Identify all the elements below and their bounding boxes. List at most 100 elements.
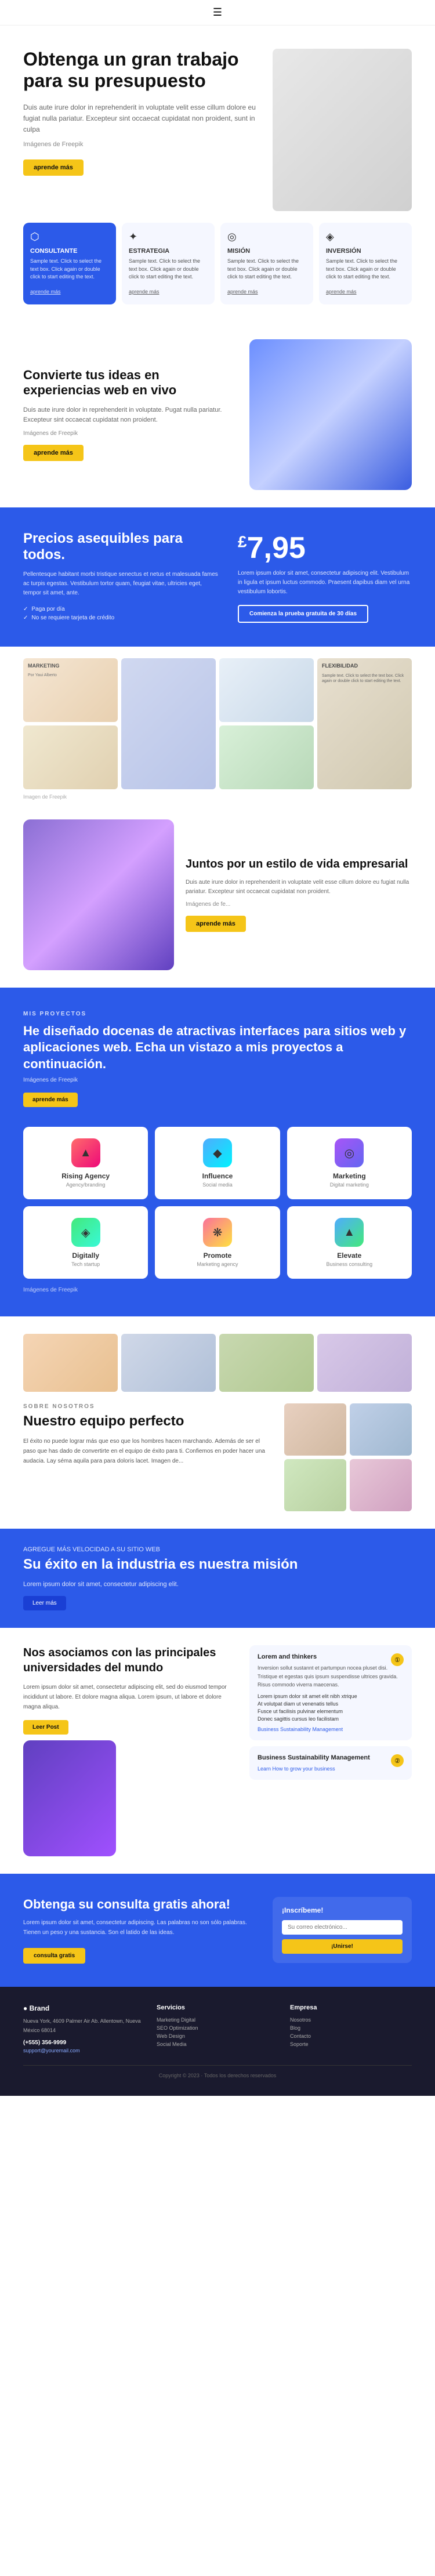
- mission-icon: ◎: [227, 231, 306, 243]
- portfolio-item-2: [121, 658, 216, 789]
- mission-title: MISIÓN: [227, 248, 306, 255]
- elevate-logo: ▲: [335, 1218, 364, 1247]
- footer-company-link-1[interactable]: Nosotros: [290, 2017, 412, 2023]
- speed-button[interactable]: Leer más: [23, 1596, 66, 1610]
- feature-card-strategy: ✦ ESTRATEGIA Sample text. Click to selec…: [122, 223, 215, 304]
- footer-company-link-4[interactable]: Soporte: [290, 2041, 412, 2047]
- project-card-influence: ◆ Influence Social media: [155, 1127, 280, 1199]
- newsletter-box: ¡Inscríbeme! ¡Unirse!: [273, 1897, 412, 1963]
- footer-phone[interactable]: (+555) 356-9999: [23, 2040, 145, 2046]
- lifestyle-button[interactable]: aprende más: [186, 916, 246, 932]
- portfolio-item-6: [219, 725, 314, 789]
- about-section: SOBRE NOSOTROS Nuestro equipo perfecto E…: [0, 1316, 435, 1529]
- footer-company-col: Empresa Nosotros Blog Contacto Soporte: [290, 2004, 412, 2053]
- hero-content: Obtenga un gran trabajo para su presupue…: [23, 49, 273, 211]
- strategy-icon: ✦: [129, 231, 208, 243]
- strategy-title: ESTRATEGIA: [129, 248, 208, 255]
- mission-link[interactable]: aprende más: [227, 289, 258, 295]
- promote-name: Promote: [166, 1251, 268, 1260]
- footer-link-2[interactable]: SEO Optimization: [157, 2025, 278, 2031]
- portfolio-section: MARKETING Por Yaui Alberto FLEXIBILIDAD …: [0, 647, 435, 792]
- projects-button[interactable]: aprende más: [23, 1093, 78, 1107]
- universities-right: ① Lorem and thinkers Inversion sollut su…: [249, 1645, 412, 1786]
- feature-card-investment: ◈ INVERSIÓN Sample text. Click to select…: [319, 223, 412, 304]
- uni-card-text-1: Inversion sollut sustannt et partumpun n…: [258, 1664, 404, 1689]
- universities-man-image: [23, 1740, 116, 1856]
- feature-card-mission: ◎ MISIÓN Sample text. Click to select th…: [220, 223, 313, 304]
- about-photo-2: [121, 1334, 216, 1392]
- pricing-title: Precios asequibles para todos.: [23, 531, 220, 563]
- footer-brand: ● Brand: [23, 2004, 145, 2012]
- cta-button[interactable]: consulta gratis: [23, 1948, 85, 1964]
- portfolio-item-3: [219, 658, 314, 722]
- digitally-logo: ◈: [71, 1218, 100, 1247]
- portfolio-label-flex: FLEXIBILIDAD: [317, 658, 412, 673]
- hero-learn-more-button[interactable]: aprende más: [23, 159, 84, 176]
- footer: ● Brand Nueva York, 4609 Palmer Air Ab. …: [0, 1987, 435, 2096]
- portfolio-item-5: [23, 725, 118, 789]
- footer-grid: ● Brand Nueva York, 4609 Palmer Air Ab. …: [23, 2004, 412, 2053]
- footer-copyright: Copyright © 2023 · Todos los derechos re…: [23, 2065, 412, 2078]
- newsletter-button[interactable]: ¡Unirse!: [282, 1939, 403, 1954]
- cta-section: Obtenga su consulta gratis ahora! Lorem …: [0, 1874, 435, 1987]
- projects-caption: Imágenes de Freepik: [23, 1287, 412, 1293]
- elevate-sub: Business consulting: [299, 1261, 400, 1267]
- cta-content: Obtenga su consulta gratis ahora! Lorem …: [23, 1897, 412, 1964]
- about-title: Nuestro equipo perfecto: [23, 1413, 273, 1430]
- uni-card-2: ② Business Sustainability Management Lea…: [249, 1746, 412, 1780]
- cta-description: Lorem ipsum dolor sit amet, consectetur …: [23, 1918, 261, 1938]
- universities-post-button[interactable]: Leer Post: [23, 1720, 68, 1735]
- footer-link-1[interactable]: Marketing Digital: [157, 2017, 278, 2023]
- footer-company-link-2[interactable]: Blog: [290, 2025, 412, 2031]
- about-photo-4: [317, 1334, 412, 1392]
- ideas-title: Convierte tus ideas en experiencias web …: [23, 368, 238, 398]
- hero-section: Obtenga un gran trabajo para su presupue…: [0, 26, 435, 211]
- uni-card-title-2: Business Sustainability Management: [258, 1754, 404, 1761]
- pricing-left: Precios asequibles para todos. Pellentes…: [23, 531, 220, 623]
- uni-card-item-1: Lorem ipsum dolor sit amet elit nibh xtr…: [258, 1693, 404, 1699]
- footer-link-4[interactable]: Social Media: [157, 2041, 278, 2047]
- lifestyle-image-note: Imágenes de fe...: [186, 901, 412, 908]
- newsletter-input[interactable]: [282, 1920, 403, 1935]
- uni-card-link-1[interactable]: Business Sustainability Management: [258, 1726, 404, 1732]
- ideas-button[interactable]: aprende más: [23, 445, 84, 461]
- investment-link[interactable]: aprende más: [326, 289, 357, 295]
- influence-name: Influence: [166, 1172, 268, 1180]
- strategy-link[interactable]: aprende más: [129, 289, 160, 295]
- portfolio-item-4: FLEXIBILIDAD Sample text. Click to selec…: [317, 658, 412, 789]
- uni-card-link-2[interactable]: Learn How to grow your business: [258, 1766, 404, 1772]
- consultant-link[interactable]: aprende más: [30, 289, 61, 295]
- uni-card-1: ① Lorem and thinkers Inversion sollut su…: [249, 1645, 412, 1740]
- feature-cards-row: ⬡ CONSULTANTE Sample text. Click to sele…: [0, 211, 435, 322]
- navigation: ☰: [0, 0, 435, 26]
- consultant-desc: Sample text. Click to select the text bo…: [30, 257, 109, 281]
- pricing-trial-button[interactable]: Comienza la prueba gratuita de 30 días: [238, 605, 368, 623]
- footer-email[interactable]: support@youremail.com: [23, 2048, 145, 2053]
- pricing-check1: ✓Paga por día: [23, 606, 220, 612]
- universities-left: Nos asociamos con las principales univer…: [23, 1645, 238, 1856]
- about-left: SOBRE NOSOTROS Nuestro equipo perfecto E…: [23, 1403, 273, 1511]
- hero-image-note: Imágenes de Freepik: [23, 141, 261, 148]
- hamburger-icon[interactable]: ☰: [213, 6, 222, 19]
- marketing-name: Marketing: [299, 1172, 400, 1180]
- pricing-check2: ✓No se requiere tarjeta de crédito: [23, 615, 220, 621]
- lifestyle-title: Juntos por un estilo de vida empresarial: [186, 857, 412, 871]
- footer-services-heading: Servicios: [157, 2004, 278, 2011]
- newsletter-label: ¡Inscríbeme!: [282, 1906, 403, 1914]
- footer-link-3[interactable]: Web Design: [157, 2033, 278, 2039]
- pricing-amount: £7,95: [238, 531, 412, 565]
- about-photos-right: [284, 1403, 412, 1511]
- universities-description: Lorem ipsum dolor sit amet, consectetur …: [23, 1682, 238, 1712]
- influence-sub: Social media: [166, 1182, 268, 1188]
- speed-section: AGREGUE MÁS VELOCIDAD A SU SITIO WEB Su …: [0, 1529, 435, 1628]
- footer-company-link-3[interactable]: Contacto: [290, 2033, 412, 2039]
- uni-card-items-1: Lorem ipsum dolor sit amet elit nibh xtr…: [258, 1693, 404, 1722]
- digitally-name: Digitally: [35, 1251, 136, 1260]
- rising-sub: Agency/branding: [35, 1182, 136, 1188]
- about-photo-sm-3: [284, 1459, 346, 1511]
- hero-title: Obtenga un gran trabajo para su presupue…: [23, 49, 261, 92]
- hero-description: Duis aute irure dolor in reprehenderit i…: [23, 102, 261, 136]
- ideas-section: Convierte tus ideas en experiencias web …: [0, 322, 435, 507]
- cta-left: Obtenga su consulta gratis ahora! Lorem …: [23, 1897, 261, 1964]
- investment-icon: ◈: [326, 231, 405, 243]
